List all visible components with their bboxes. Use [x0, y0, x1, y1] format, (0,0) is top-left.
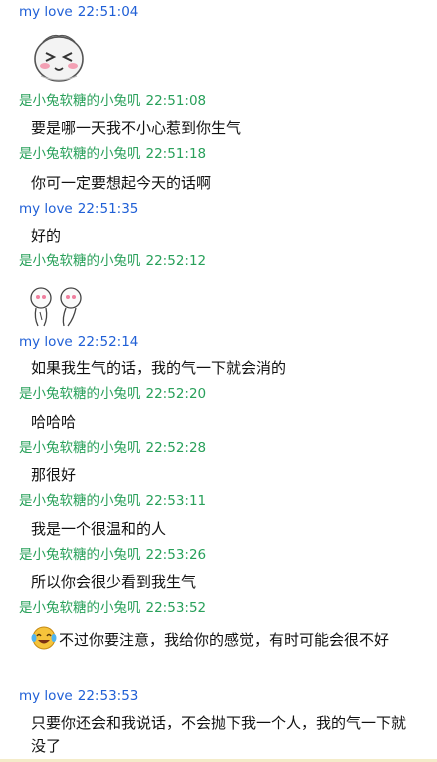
- sender-name: 是小兔软糖的小兔叽: [19, 493, 141, 509]
- message-text: 只要你还会和我说话，不会抛下我一个人，我的气一下就没了: [31, 714, 407, 755]
- message-text: 所以你会很少看到我生气: [31, 573, 197, 591]
- sender-name: 是小兔软糖的小兔叽: [19, 386, 141, 402]
- timestamp: 22:52:12: [145, 253, 207, 269]
- message-text: 我是一个很温和的人: [31, 520, 167, 538]
- timestamp: 22:51:08: [145, 93, 207, 109]
- sender-name: 是小兔软糖的小兔叽: [19, 600, 141, 616]
- message-text: 好的: [31, 227, 62, 245]
- sender-name: 是小兔软糖的小兔叽: [19, 146, 141, 162]
- message-text: 如果我生气的话，我的气一下就会消的: [31, 359, 287, 377]
- laughing-tears-emoji: [31, 626, 57, 657]
- message-text: 那很好: [31, 466, 77, 484]
- message-text: 哈哈哈: [31, 413, 77, 431]
- timestamp: 22:53:52: [145, 600, 207, 616]
- timestamp: 22:51:18: [145, 146, 207, 162]
- message-header: 是小兔软糖的小兔叽 22:52:28: [19, 440, 206, 457]
- message-header: my love 22:51:35: [19, 201, 138, 218]
- sender-name: my love: [19, 334, 73, 350]
- timestamp: 22:51:04: [77, 4, 139, 20]
- timestamp: 22:53:11: [145, 493, 207, 509]
- timestamp: 22:53:53: [77, 688, 139, 704]
- sender-name: my love: [19, 688, 73, 704]
- message-header: 是小兔软糖的小兔叽 22:51:18: [19, 146, 206, 163]
- message-body: 不过你要注意，我给你的感觉，有时可能会很不好: [31, 626, 411, 657]
- timestamp: 22:52:14: [77, 334, 139, 350]
- sender-name: my love: [19, 4, 73, 20]
- sender-name: 是小兔软糖的小兔叽: [19, 253, 141, 269]
- sender-name: 是小兔软糖的小兔叽: [19, 547, 141, 563]
- message-header: 是小兔软糖的小兔叽 22:53:26: [19, 547, 206, 564]
- message-header: 是小兔软糖的小兔叽 22:51:08: [19, 93, 206, 110]
- message-header: 是小兔软糖的小兔叽 22:52:20: [19, 386, 206, 403]
- timestamp: 22:51:35: [77, 201, 139, 217]
- timestamp: 22:52:28: [145, 440, 207, 456]
- message-header: 是小兔软糖的小兔叽 22:53:11: [19, 493, 206, 510]
- two-blushing-bunnies-sticker: [28, 286, 84, 330]
- chat-history: my love 22:51:04 是小兔软糖的小兔叽 22:51:08 要是哪一天我…: [0, 0, 437, 762]
- sender-name: 是小兔软糖的小兔叽: [19, 440, 141, 456]
- message-header: my love 22:51:04: [19, 4, 138, 21]
- message-text: 不过你要注意，我给你的感觉，有时可能会很不好: [59, 631, 390, 649]
- sender-name: 是小兔软糖的小兔叽: [19, 93, 141, 109]
- message-header: 是小兔软糖的小兔叽 22:52:12: [19, 253, 206, 270]
- timestamp: 22:52:20: [145, 386, 207, 402]
- message-header: my love 22:53:53: [19, 688, 138, 705]
- sender-name: my love: [19, 201, 73, 217]
- message-header: 是小兔软糖的小兔叽 22:53:52: [19, 600, 206, 617]
- crying-bun-sticker: [31, 26, 87, 86]
- message-header: my love 22:52:14: [19, 334, 138, 351]
- timestamp: 22:53:26: [145, 547, 207, 563]
- message-text: 要是哪一天我不小心惹到你生气: [31, 119, 242, 137]
- message-text: 你可一定要想起今天的话啊: [31, 174, 212, 192]
